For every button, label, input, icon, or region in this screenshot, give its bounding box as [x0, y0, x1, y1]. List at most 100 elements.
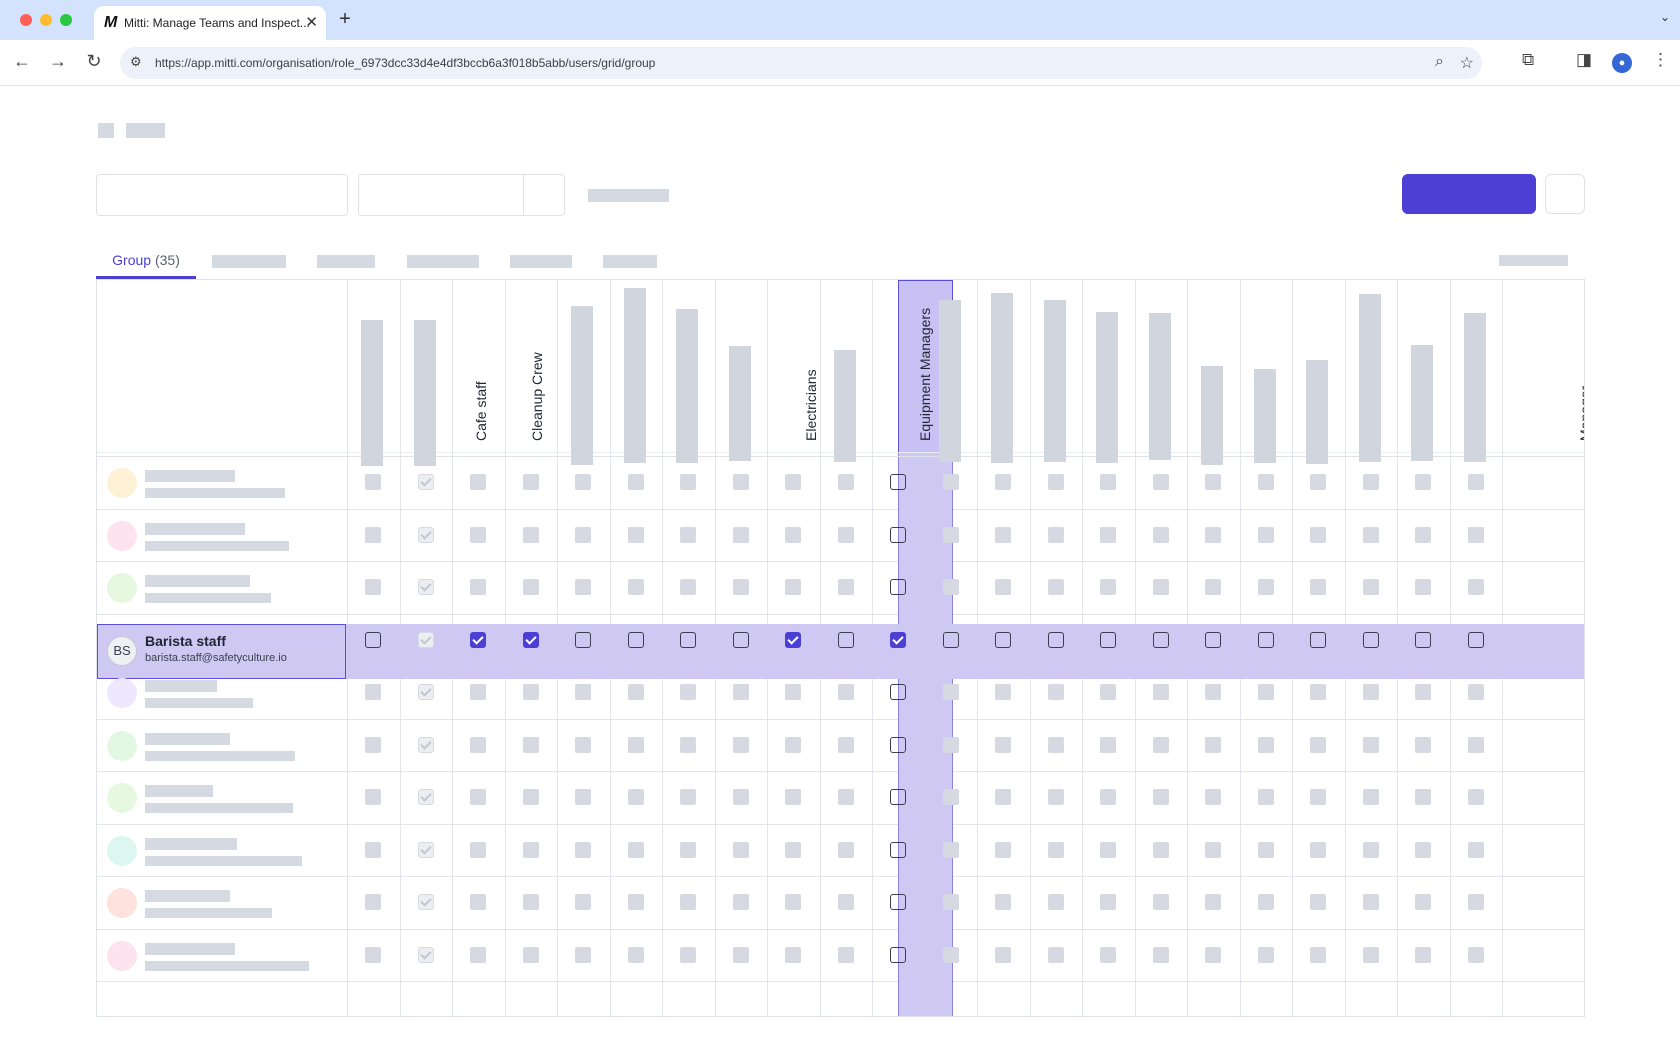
primary-action-button[interactable]: [1402, 174, 1536, 214]
membership-checkbox[interactable]: [1048, 632, 1064, 648]
membership-checkbox[interactable]: [890, 789, 906, 805]
column-header-cleanup-crew[interactable]: Cleanup Crew: [527, 280, 547, 441]
row-divider: [97, 771, 1584, 772]
checkbox-placeholder: [1468, 684, 1484, 700]
tab-placeholder[interactable]: [510, 255, 572, 268]
membership-checkbox[interactable]: [890, 737, 906, 753]
membership-checkbox[interactable]: [575, 632, 591, 648]
membership-checkbox[interactable]: [890, 947, 906, 963]
membership-checkbox-disabled: [418, 894, 434, 910]
window-minimize-button[interactable]: [40, 14, 52, 26]
tab-placeholder[interactable]: [603, 255, 657, 268]
membership-checkbox[interactable]: [365, 632, 381, 648]
site-settings-icon[interactable]: ⚙: [130, 54, 142, 70]
membership-checkbox[interactable]: [1258, 632, 1274, 648]
membership-checkbox[interactable]: [785, 632, 801, 648]
window-maximize-button[interactable]: [60, 14, 72, 26]
membership-checkbox[interactable]: [890, 842, 906, 858]
filter-select[interactable]: [358, 174, 565, 216]
checkbox-placeholder: [1415, 737, 1431, 753]
membership-checkbox[interactable]: [890, 632, 906, 648]
column-header-cafe-staff[interactable]: Cafe staff: [471, 280, 491, 441]
membership-checkbox[interactable]: [1468, 632, 1484, 648]
membership-checkbox[interactable]: [680, 632, 696, 648]
forward-icon[interactable]: →: [46, 51, 70, 72]
user-name-placeholder: [145, 680, 217, 692]
membership-checkbox[interactable]: [1415, 632, 1431, 648]
column-header-electricians[interactable]: Electricians: [801, 280, 821, 441]
checkbox-placeholder: [838, 684, 854, 700]
url-text[interactable]: https://app.mitti.com/organisation/role_…: [155, 56, 655, 70]
more-options-button[interactable]: [1545, 174, 1585, 214]
checkbox-placeholder: [995, 737, 1011, 753]
membership-checkbox[interactable]: [943, 632, 959, 648]
membership-checkbox[interactable]: [470, 632, 486, 648]
membership-checkbox[interactable]: [733, 632, 749, 648]
reload-icon[interactable]: ↻: [82, 51, 106, 72]
checkbox-placeholder: [1048, 579, 1064, 595]
checkbox-placeholder: [1310, 947, 1326, 963]
column-header-equipment-managers[interactable]: Equipment Managers: [915, 280, 935, 441]
user-avatar-placeholder: [107, 835, 137, 866]
tab-placeholder[interactable]: [407, 255, 479, 268]
profile-avatar-icon[interactable]: ●: [1612, 53, 1632, 73]
tab-search-chevron-icon[interactable]: ⌄: [1660, 10, 1670, 24]
extensions-icon[interactable]: ⧉: [1522, 50, 1534, 70]
checkbox-placeholder: [733, 527, 749, 543]
checkbox-placeholder: [1205, 894, 1221, 910]
checkbox-placeholder: [1310, 842, 1326, 858]
address-bar[interactable]: ⚙ https://app.mitti.com/organisation/rol…: [120, 47, 1482, 79]
membership-checkbox[interactable]: [890, 684, 906, 700]
membership-checkbox[interactable]: [890, 474, 906, 490]
side-panel-icon[interactable]: ◨: [1576, 50, 1592, 70]
membership-checkbox[interactable]: [890, 894, 906, 910]
checkbox-placeholder: [1415, 894, 1431, 910]
membership-checkbox[interactable]: [1363, 632, 1379, 648]
checkbox-placeholder: [628, 579, 644, 595]
membership-checkbox[interactable]: [1100, 632, 1116, 648]
tab-placeholder[interactable]: [317, 255, 375, 268]
close-tab-icon[interactable]: ✕: [305, 6, 318, 40]
column-header-partial[interactable]: Managers: [1575, 386, 1584, 441]
checkbox-placeholder: [1415, 527, 1431, 543]
membership-checkbox[interactable]: [1153, 632, 1169, 648]
checkbox-placeholder: [1468, 947, 1484, 963]
checkbox-placeholder: [1363, 737, 1379, 753]
new-tab-icon[interactable]: +: [334, 8, 356, 31]
search-input[interactable]: [96, 174, 348, 216]
user-name[interactable]: Barista staff: [145, 633, 226, 649]
checkbox-placeholder: [785, 947, 801, 963]
browser-menu-icon[interactable]: ⋮: [1652, 50, 1669, 70]
checkbox-placeholder: [1363, 474, 1379, 490]
zoom-icon[interactable]: ⌕: [1435, 53, 1444, 71]
tab-placeholder[interactable]: [212, 255, 286, 268]
checkbox-placeholder: [523, 947, 539, 963]
bookmark-star-icon[interactable]: ☆: [1460, 53, 1474, 73]
checkbox-placeholder: [1310, 684, 1326, 700]
checkbox-placeholder: [1310, 527, 1326, 543]
user-name-placeholder: [145, 522, 245, 535]
checkbox-placeholder: [733, 894, 749, 910]
membership-checkbox[interactable]: [838, 632, 854, 648]
column-header-placeholder: [676, 309, 698, 463]
checkbox-placeholder: [365, 579, 381, 595]
membership-checkbox[interactable]: [995, 632, 1011, 648]
membership-checkbox[interactable]: [523, 632, 539, 648]
checkbox-placeholder: [1363, 684, 1379, 700]
back-icon[interactable]: ←: [10, 51, 34, 72]
browser-tab[interactable]: M Mitti: Manage Teams and Inspect... ✕: [94, 6, 326, 40]
window-close-button[interactable]: [20, 14, 32, 26]
membership-checkbox[interactable]: [890, 527, 906, 543]
checkbox-placeholder: [1310, 789, 1326, 805]
tab-group[interactable]: Group (35): [96, 244, 196, 279]
checkbox-placeholder: [785, 684, 801, 700]
membership-checkbox[interactable]: [1205, 632, 1221, 648]
membership-checkbox[interactable]: [1310, 632, 1326, 648]
membership-checkbox[interactable]: [628, 632, 644, 648]
checkbox-placeholder: [785, 894, 801, 910]
checkbox-placeholder: [365, 684, 381, 700]
checkbox-placeholder: [523, 474, 539, 490]
membership-checkbox[interactable]: [890, 579, 906, 595]
checkbox-placeholder: [1100, 789, 1116, 805]
column-header-placeholder: [1306, 360, 1328, 464]
